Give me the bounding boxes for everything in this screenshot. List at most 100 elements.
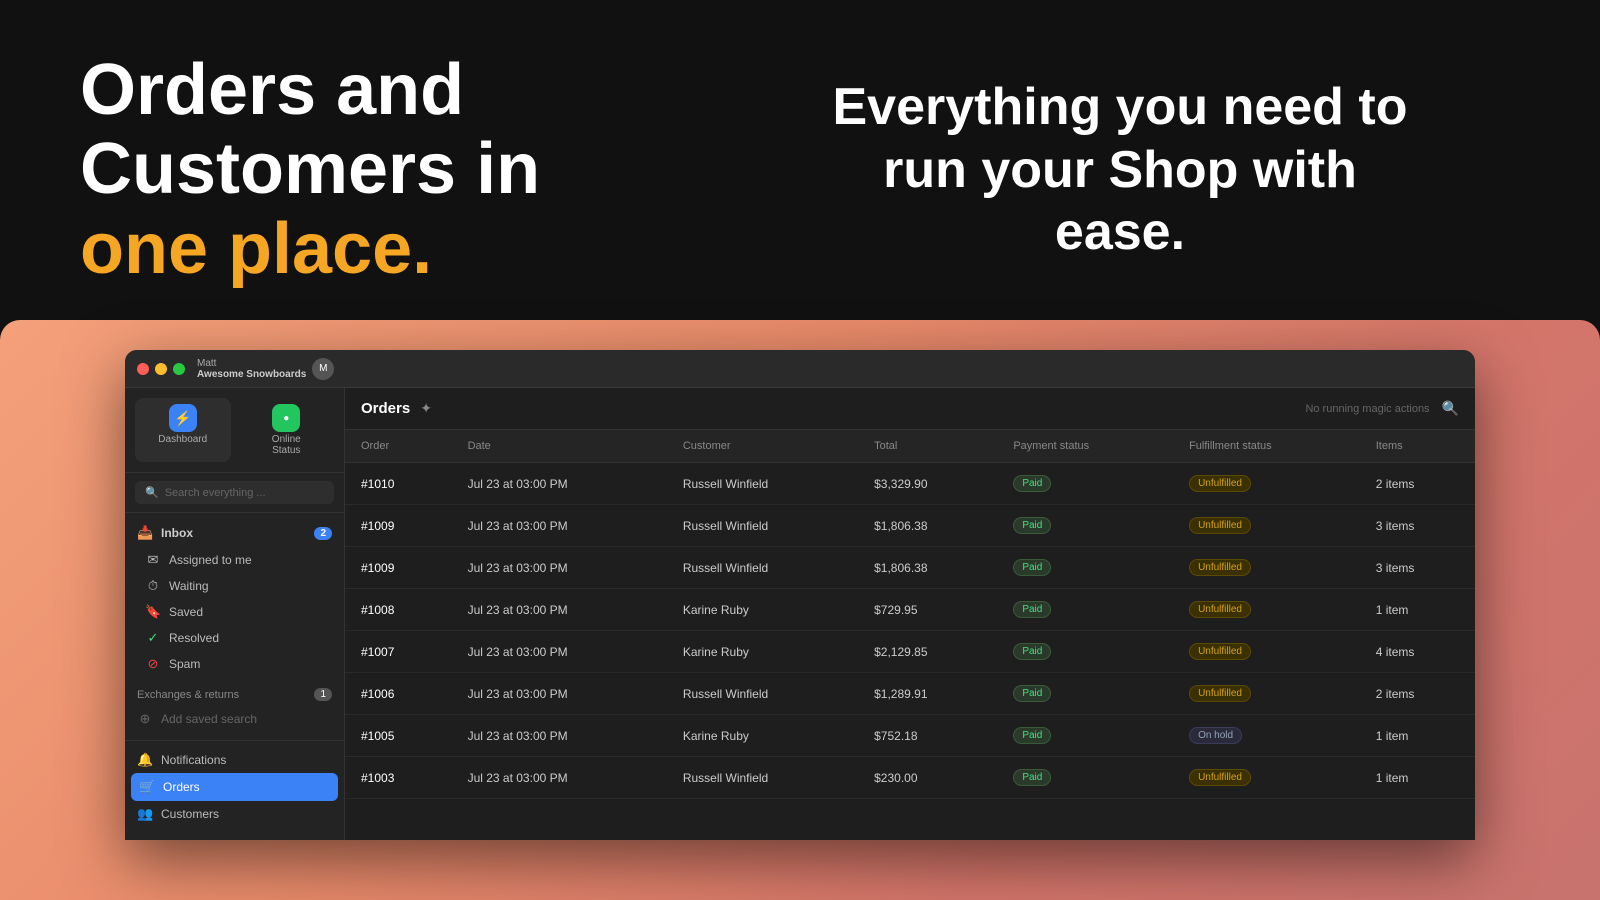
customers-icon: 👥 [137,806,153,822]
sidebar-item-waiting[interactable]: ⏱ Waiting [133,573,344,599]
cell-date: Jul 23 at 03:00 PM [452,463,667,505]
sidebar-item-notifications[interactable]: 🔔 Notifications [125,747,344,773]
hero-title-highlight: one place. [80,209,432,289]
col-total: Total [858,430,997,463]
tab-status[interactable]: ● Online Status [239,398,335,462]
sidebar-item-orders[interactable]: 🛒 Orders [131,773,338,801]
col-date: Date [452,430,667,463]
sidebar-item-exchanges[interactable]: Exchanges & returns 1 [125,683,344,706]
cell-fulfillment: Unfulfilled [1173,463,1360,505]
cell-items: 3 items [1360,547,1475,589]
search-input[interactable]: 🔍 Search everything ... [135,481,334,504]
cell-total: $1,806.38 [858,505,997,547]
minimize-button[interactable] [155,363,167,375]
titlebar-user: Matt Awesome Snowboards [197,358,306,380]
cell-customer: Russell Winfield [667,673,858,715]
cell-payment: Paid [997,547,1173,589]
titlebar-username: Matt [197,358,216,369]
titlebar-shop: Awesome Snowboards [197,369,306,380]
sidebar-item-saved[interactable]: 🔖 Saved [133,599,344,625]
cell-fulfillment: Unfulfilled [1173,547,1360,589]
cell-total: $752.18 [858,715,997,757]
status-icon: ● [272,404,300,432]
titlebar: Matt Awesome Snowboards M [125,350,1475,388]
no-actions-label: No running magic actions [1305,403,1429,415]
cell-order-id: #1009 [345,505,452,547]
hero-title: Orders and Customers in one place. [80,51,750,289]
sidebar-item-add-search[interactable]: ⊕ Add saved search [125,706,344,732]
cell-total: $230.00 [858,757,997,799]
table-row[interactable]: #1005 Jul 23 at 03:00 PM Karine Ruby $75… [345,715,1475,757]
sidebar-item-inbox[interactable]: 📥 Inbox 2 [125,519,344,547]
app-container: Matt Awesome Snowboards M ⚡ Dashboard ● [0,320,1600,900]
table-row[interactable]: #1007 Jul 23 at 03:00 PM Karine Ruby $2,… [345,631,1475,673]
notifications-label: Notifications [161,753,226,767]
cell-order-id: #1003 [345,757,452,799]
cell-payment: Paid [997,463,1173,505]
tab-dashboard-label: Dashboard [158,434,207,445]
table-row[interactable]: #1009 Jul 23 at 03:00 PM Russell Winfiel… [345,547,1475,589]
cell-fulfillment: Unfulfilled [1173,631,1360,673]
cell-customer: Russell Winfield [667,463,858,505]
col-items: Items [1360,430,1475,463]
exchanges-badge: 1 [314,688,332,701]
cell-order-id: #1010 [345,463,452,505]
hero-right: Everything you need to run your Shop wit… [750,76,1520,263]
table-row[interactable]: #1008 Jul 23 at 03:00 PM Karine Ruby $72… [345,589,1475,631]
add-search-label: Add saved search [161,712,257,726]
main-header: Orders ✦ No running magic actions 🔍 [345,388,1475,430]
cell-payment: Paid [997,631,1173,673]
exchanges-label: Exchanges & returns [137,689,239,701]
cell-total: $3,329.90 [858,463,997,505]
cell-items: 2 items [1360,673,1475,715]
cell-order-id: #1009 [345,547,452,589]
cell-total: $1,289.91 [858,673,997,715]
search-placeholder: Search everything ... [165,487,266,499]
table-row[interactable]: #1006 Jul 23 at 03:00 PM Russell Winfiel… [345,673,1475,715]
sidebar-item-spam[interactable]: ⊘ Spam [133,651,344,677]
orders-table-element: Order Date Customer Total Payment status… [345,430,1475,799]
maximize-button[interactable] [173,363,185,375]
cell-customer: Russell Winfield [667,505,858,547]
table-row[interactable]: #1010 Jul 23 at 03:00 PM Russell Winfiel… [345,463,1475,505]
cell-items: 4 items [1360,631,1475,673]
inbox-badge: 2 [314,527,332,540]
main-content: Orders ✦ No running magic actions 🔍 Orde… [345,388,1475,840]
cell-date: Jul 23 at 03:00 PM [452,589,667,631]
table-row[interactable]: #1003 Jul 23 at 03:00 PM Russell Winfiel… [345,757,1475,799]
cell-total: $1,806.38 [858,547,997,589]
col-payment-status: Payment status [997,430,1173,463]
cell-fulfillment: Unfulfilled [1173,589,1360,631]
orders-table: Order Date Customer Total Payment status… [345,430,1475,840]
cell-fulfillment: Unfulfilled [1173,673,1360,715]
sidebar: ⚡ Dashboard ● Online Status 🔍 Search eve… [125,388,345,840]
app-window: Matt Awesome Snowboards M ⚡ Dashboard ● [125,350,1475,840]
hero-subtitle: Everything you need to run your Shop wit… [820,76,1420,263]
inbox-label: Inbox [161,526,193,540]
sidebar-item-customers[interactable]: 👥 Customers [125,801,344,827]
header-search-icon[interactable]: 🔍 [1442,400,1459,417]
header-right: No running magic actions 🔍 [1305,400,1459,417]
magic-wand-icon[interactable]: ✦ [420,400,432,417]
cell-payment: Paid [997,673,1173,715]
cell-items: 1 item [1360,589,1475,631]
close-button[interactable] [137,363,149,375]
resolved-icon: ✓ [145,630,161,646]
user-avatar: M [312,358,334,380]
inbox-icon: 📥 [137,525,153,541]
waiting-label: Waiting [169,579,209,593]
cell-payment: Paid [997,715,1173,757]
cell-date: Jul 23 at 03:00 PM [452,505,667,547]
sidebar-item-resolved[interactable]: ✓ Resolved [133,625,344,651]
tab-status-sublabel: Status [272,445,300,456]
spam-label: Spam [169,657,200,671]
sidebar-item-assigned[interactable]: ✉ Assigned to me [133,547,344,573]
saved-label: Saved [169,605,203,619]
resolved-label: Resolved [169,631,219,645]
cell-payment: Paid [997,757,1173,799]
tab-dashboard[interactable]: ⚡ Dashboard [135,398,231,462]
search-icon: 🔍 [145,486,159,499]
cell-payment: Paid [997,505,1173,547]
table-row[interactable]: #1009 Jul 23 at 03:00 PM Russell Winfiel… [345,505,1475,547]
orders-label: Orders [163,780,200,794]
